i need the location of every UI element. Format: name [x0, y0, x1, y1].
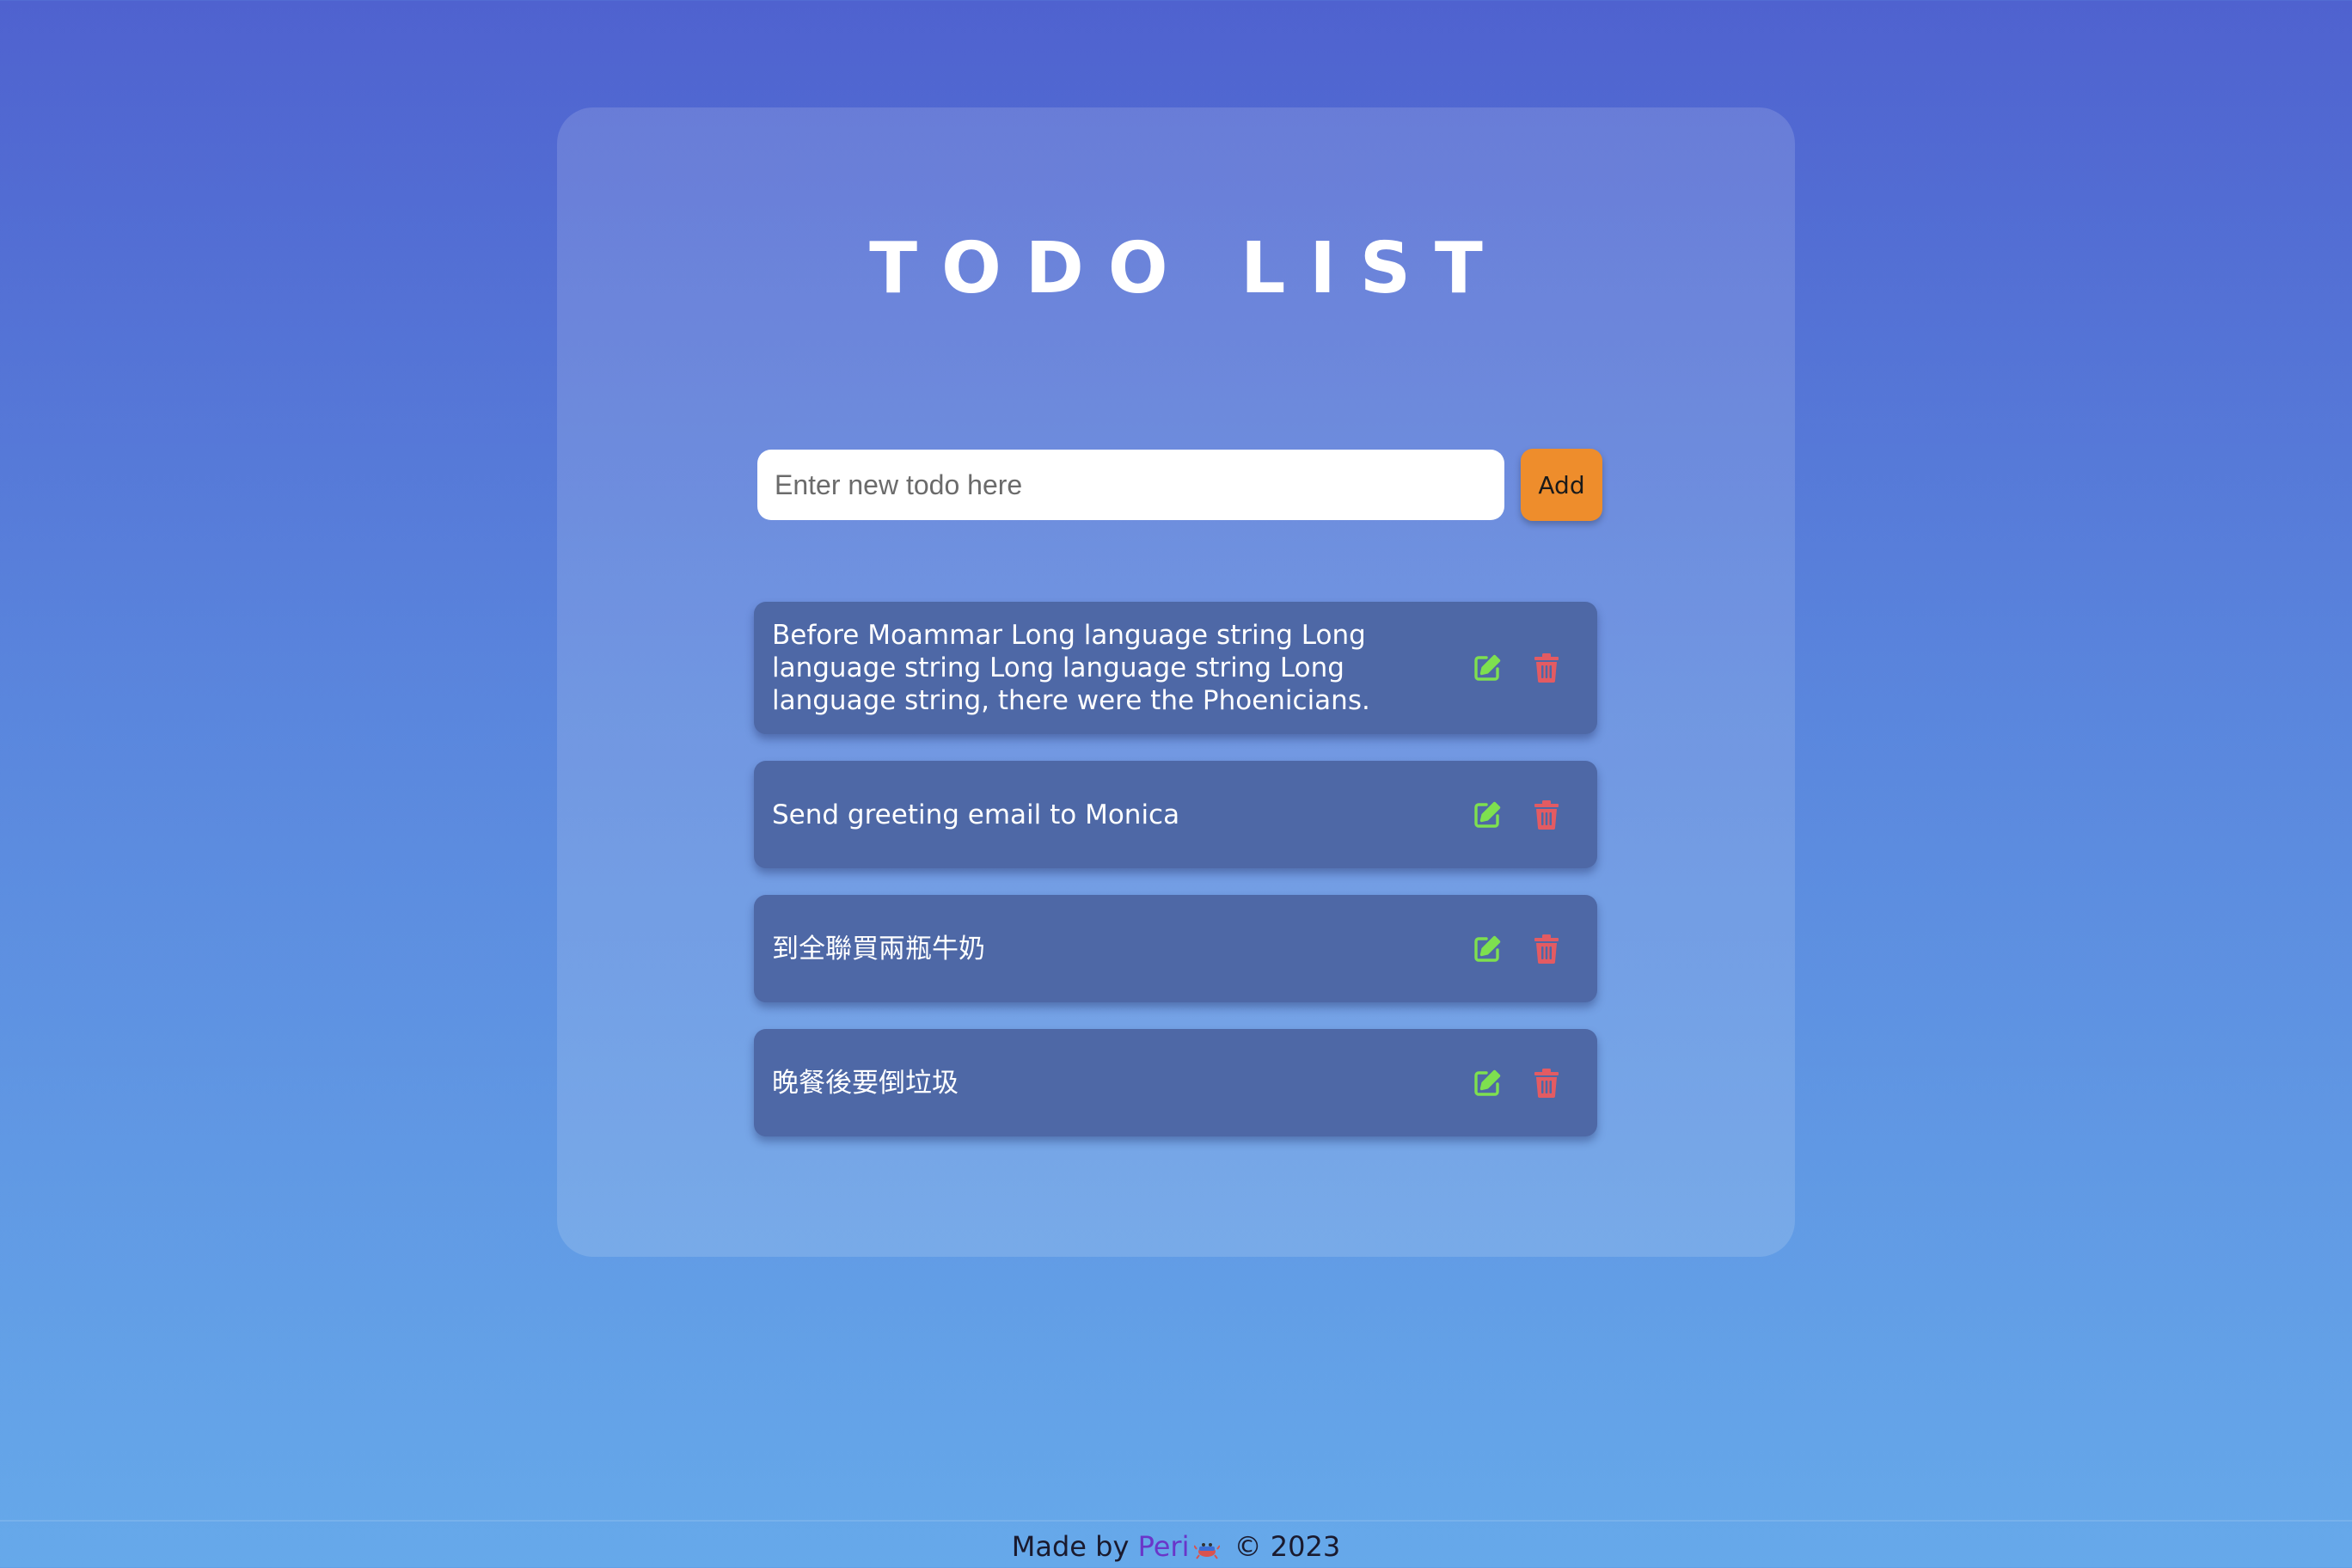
- trash-icon[interactable]: [1528, 1064, 1565, 1102]
- todo-text: Send greeting email to Monica: [772, 799, 1180, 830]
- footer-prefix: Made by: [1011, 1530, 1130, 1563]
- footer-divider: [0, 1520, 2352, 1522]
- todo-text: Before Moammar Long language string Long…: [772, 620, 1370, 716]
- author-link[interactable]: Peri: [1138, 1530, 1190, 1563]
- todo-text: 到全聯買兩瓶牛奶: [772, 933, 985, 965]
- todo-item: Send greeting email to Monica: [754, 761, 1597, 868]
- new-todo-input[interactable]: [757, 450, 1504, 520]
- footer: Made by Peri © 2023: [0, 1525, 2352, 1568]
- trash-icon[interactable]: [1528, 649, 1565, 687]
- todo-text: 晚餐後要倒垃圾: [772, 1067, 959, 1099]
- edit-icon[interactable]: [1468, 1064, 1506, 1102]
- trash-icon[interactable]: [1528, 796, 1565, 834]
- edit-icon[interactable]: [1468, 930, 1506, 968]
- todo-item: 到全聯買兩瓶牛奶: [754, 895, 1597, 1002]
- footer-copyright: © 2023: [1234, 1530, 1341, 1563]
- edit-icon[interactable]: [1468, 796, 1506, 834]
- edit-icon[interactable]: [1468, 649, 1506, 687]
- todo-item: Before Moammar Long language string Long…: [754, 602, 1597, 734]
- todo-list: Before Moammar Long language string Long…: [754, 602, 1597, 1163]
- crab-icon: [1193, 1528, 1222, 1559]
- todo-item: 晚餐後要倒垃圾: [754, 1029, 1597, 1136]
- page-title: TODO LIST: [869, 228, 1507, 309]
- add-button[interactable]: Add: [1521, 449, 1602, 521]
- trash-icon[interactable]: [1528, 930, 1565, 968]
